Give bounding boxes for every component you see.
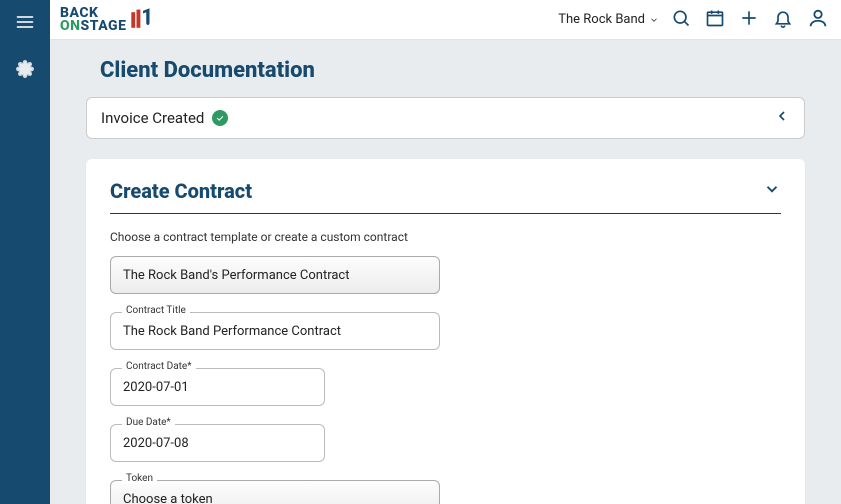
contract-date-value: 2020-07-01 [123,380,189,395]
status-text: Invoice Created [101,109,204,127]
create-contract-card: Create Contract Choose a contract templa… [86,159,805,504]
logo-text-on: ON [60,18,81,34]
caret-down-icon [649,15,659,25]
calendar-icon[interactable] [705,8,725,32]
contract-title-label: Contract Title [122,305,190,316]
helper-text: Choose a contract template or create a c… [110,230,781,244]
menu-icon[interactable] [15,12,35,36]
section-header[interactable]: Create Contract [110,179,781,214]
chevron-left-icon [774,108,790,128]
logo-mark-icon [130,7,156,33]
check-badge-icon [212,110,228,126]
section-title: Create Contract [110,179,252,203]
token-select[interactable]: Choose a token [110,480,440,504]
band-selector[interactable]: The Rock Band [558,12,659,27]
contract-date-label: Contract Date* [122,361,196,372]
chevron-down-icon [763,180,781,202]
page-title: Client Documentation [100,58,805,83]
status-card[interactable]: Invoice Created [86,97,805,139]
logo-text-stage: STAGE [81,18,127,34]
token-label: Token [122,473,157,484]
topbar: BACK ONSTAGE The Rock Band [50,0,841,40]
plus-icon[interactable] [739,8,759,32]
contract-date-input[interactable]: 2020-07-01 [110,368,325,406]
gear-icon[interactable] [16,60,34,82]
contract-title-input[interactable]: The Rock Band Performance Contract [110,312,440,350]
bell-icon[interactable] [773,8,793,32]
profile-icon[interactable] [807,7,829,33]
logo[interactable]: BACK ONSTAGE [60,7,156,33]
token-value: Choose a token [123,492,213,504]
due-date-label: Due Date* [122,417,175,428]
content-area: Client Documentation Invoice Created Cre… [50,40,841,504]
search-icon[interactable] [671,8,691,32]
template-select[interactable]: The Rock Band's Performance Contract [110,256,440,294]
band-name: The Rock Band [558,12,645,27]
due-date-value: 2020-07-08 [123,436,189,451]
contract-title-value: The Rock Band Performance Contract [123,324,341,339]
template-value: The Rock Band's Performance Contract [123,268,349,283]
due-date-input[interactable]: 2020-07-08 [110,424,325,462]
sidebar [0,0,50,504]
